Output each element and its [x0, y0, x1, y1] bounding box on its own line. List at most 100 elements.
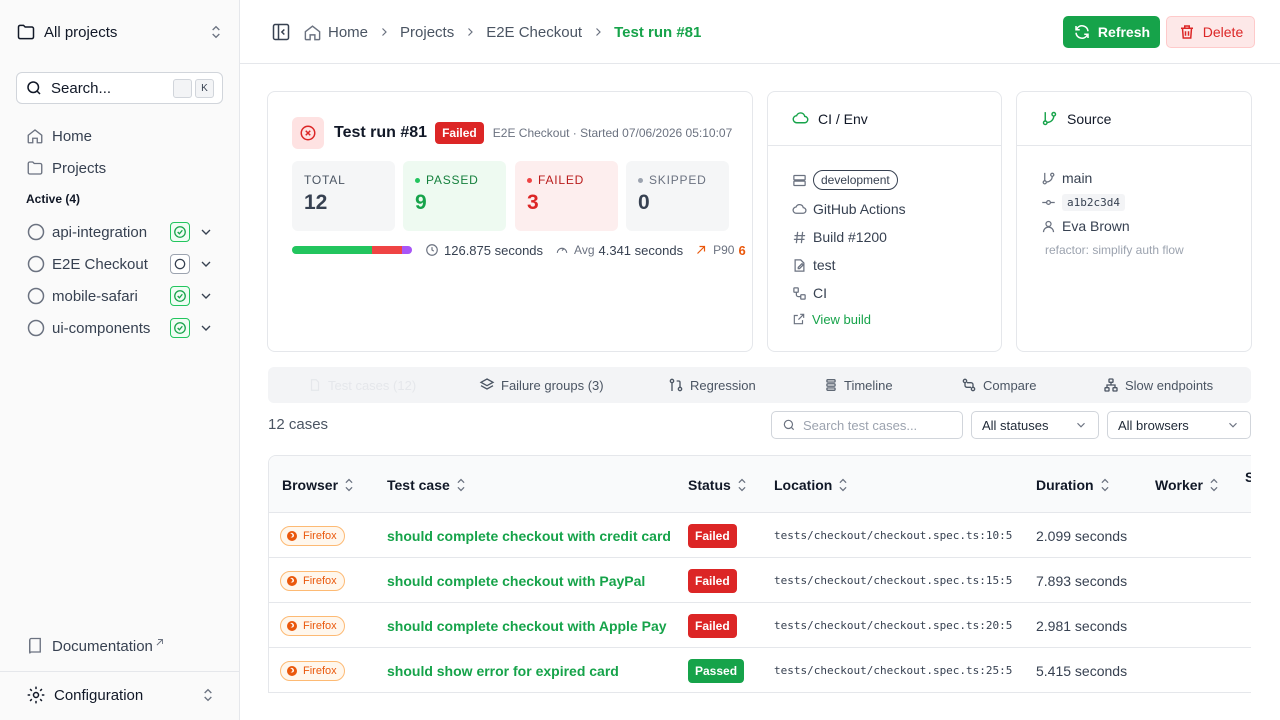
top-header: Home Projects E2E Checkout Test run #81 …: [240, 0, 1280, 64]
location-text: tests/checkout/checkout.spec.ts:25:5: [774, 664, 1013, 677]
timeline-icon: [824, 377, 838, 393]
table-row[interactable]: Firefox should complete checkout with cr…: [269, 513, 1251, 558]
stat-label: PASSED: [415, 173, 494, 187]
column-worker[interactable]: Worker: [1155, 456, 1219, 513]
breadcrumb-home[interactable]: Home: [328, 24, 368, 41]
tab-label: Failure groups (3): [501, 377, 604, 393]
breadcrumb-project[interactable]: E2E Checkout: [486, 24, 582, 41]
external-link-icon: [155, 638, 164, 647]
project-item-mobile-safari[interactable]: mobile-safari: [26, 285, 216, 307]
sort-icon: [737, 478, 747, 492]
avg-label: Avg: [574, 243, 595, 257]
sidebar-divider: [0, 671, 240, 672]
test-case-link[interactable]: should complete checkout with Apple Pay: [387, 618, 667, 634]
sidebar-search[interactable]: Search... K: [16, 72, 223, 104]
sidebar-item-projects[interactable]: Projects: [26, 157, 106, 179]
git-compare-icon: [668, 377, 684, 393]
chevron-down-icon[interactable]: [198, 320, 214, 336]
column-label: Duration: [1036, 476, 1094, 493]
sort-icon: [456, 478, 466, 492]
chevron-down-icon: [1226, 418, 1240, 432]
status-badge: Failed: [688, 523, 737, 548]
project-item-api-integration[interactable]: api-integration: [26, 221, 216, 243]
breadcrumb-projects[interactable]: Projects: [400, 24, 454, 41]
env-pipeline: CI: [792, 283, 827, 303]
test-case-link[interactable]: should show error for expired card: [387, 663, 619, 679]
column-browser[interactable]: Browser: [282, 456, 354, 513]
git-branch-icon: [1041, 171, 1056, 186]
status-badge: Passed: [688, 658, 745, 683]
clock-icon: [425, 243, 439, 257]
project-name: ui-components: [52, 319, 151, 337]
check-status-icon: [170, 318, 190, 338]
status-filter-select[interactable]: All statuses: [971, 411, 1099, 439]
duration-text: 7.893 seconds: [1036, 572, 1128, 589]
table-row[interactable]: Firefox should show error for expired ca…: [269, 648, 1251, 693]
project-switcher[interactable]: All projects: [16, 18, 224, 46]
column-status[interactable]: Status: [688, 456, 747, 513]
column-duration[interactable]: Duration: [1036, 456, 1110, 513]
delete-button[interactable]: Delete: [1166, 16, 1255, 48]
sort-icon: [1209, 478, 1219, 492]
tab-timeline[interactable]: Timeline: [824, 367, 893, 403]
sort-icon: [1100, 478, 1110, 492]
browser-badge: Firefox: [280, 570, 345, 591]
trend-up-icon: [695, 244, 707, 256]
run-meta: E2E Checkout · Started 07/06/2026 05:10:…: [492, 126, 733, 140]
tab-slow-endpoints[interactable]: Slow endpoints: [1103, 367, 1213, 403]
project-item-ui-components[interactable]: ui-components: [26, 317, 216, 339]
detail-tabs: Test cases (12) Failure groups (3) Regre…: [268, 367, 1251, 403]
network-icon: [1103, 377, 1119, 393]
view-build-link[interactable]: View build: [792, 309, 871, 329]
job-label: test: [813, 257, 836, 273]
status-filter-value: All statuses: [982, 417, 1049, 433]
sidebar-item-label: Projects: [52, 159, 107, 177]
hash-icon: [792, 230, 807, 245]
column-label: Status: [688, 476, 731, 493]
table-row[interactable]: Firefox should complete checkout with Ap…: [269, 603, 1251, 648]
browser-filter-value: All browsers: [1118, 417, 1189, 433]
search-icon: [782, 418, 796, 432]
stat-label-text: PASSED: [426, 173, 479, 187]
source-commit: a1b2c3d4: [1041, 194, 1125, 211]
project-item-e2e-checkout[interactable]: E2E Checkout: [26, 253, 216, 275]
circle-icon: [26, 254, 46, 274]
env-build: Build #1200: [792, 227, 887, 247]
sidebar-item-home[interactable]: Home: [26, 125, 92, 147]
test-run-summary-card: Test run #81 Failed E2E Checkout · Start…: [267, 91, 753, 352]
table-header: Browser Test case Status Location Durati…: [269, 456, 1251, 513]
test-case-search-input[interactable]: Search test cases...: [771, 411, 963, 439]
chevron-down-icon[interactable]: [198, 256, 214, 272]
ci-env-header: CI / Env: [768, 92, 1001, 146]
total-duration: 126.875 seconds: [444, 242, 544, 258]
configuration-menu[interactable]: Configuration: [26, 685, 216, 705]
column-test-case[interactable]: Test case: [387, 456, 466, 513]
tab-compare[interactable]: Compare: [961, 367, 1036, 403]
tab-test-cases[interactable]: Test cases (12): [308, 367, 416, 403]
ci-env-title: CI / Env: [818, 110, 868, 127]
tab-failure-groups[interactable]: Failure groups (3): [479, 367, 604, 403]
chevron-down-icon[interactable]: [198, 288, 214, 304]
tab-regression[interactable]: Regression: [668, 367, 756, 403]
refresh-button[interactable]: Refresh: [1063, 16, 1160, 48]
column-label: Worker: [1155, 476, 1203, 493]
table-row[interactable]: Firefox should complete checkout with Pa…: [269, 558, 1251, 603]
kbd-key: K: [195, 78, 214, 98]
stat-passed: PASSED 9: [403, 161, 506, 231]
sidebar: All projects Search... K Home Projects A…: [0, 0, 240, 720]
column-location[interactable]: Location: [774, 456, 848, 513]
test-case-link[interactable]: should complete checkout with PayPal: [387, 573, 645, 589]
test-case-link[interactable]: should complete checkout with credit car…: [387, 528, 671, 544]
browser-filter-select[interactable]: All browsers: [1107, 411, 1251, 439]
chevron-down-icon[interactable]: [198, 224, 214, 240]
column-truncated[interactable]: S: [1245, 456, 1251, 505]
build-label: Build #1200: [813, 229, 887, 245]
sidebar-toggle-icon[interactable]: [271, 22, 291, 42]
breadcrumb-current: Test run #81: [614, 23, 702, 41]
test-cases-table: Browser Test case Status Location Durati…: [268, 455, 1251, 693]
kbd-modifier: [173, 78, 192, 98]
location-text: tests/checkout/checkout.spec.ts:10:5: [774, 529, 1013, 542]
documentation-link[interactable]: Documentation: [26, 636, 164, 656]
red-dot-icon: [527, 177, 532, 183]
browser-name: Firefox: [303, 664, 337, 677]
